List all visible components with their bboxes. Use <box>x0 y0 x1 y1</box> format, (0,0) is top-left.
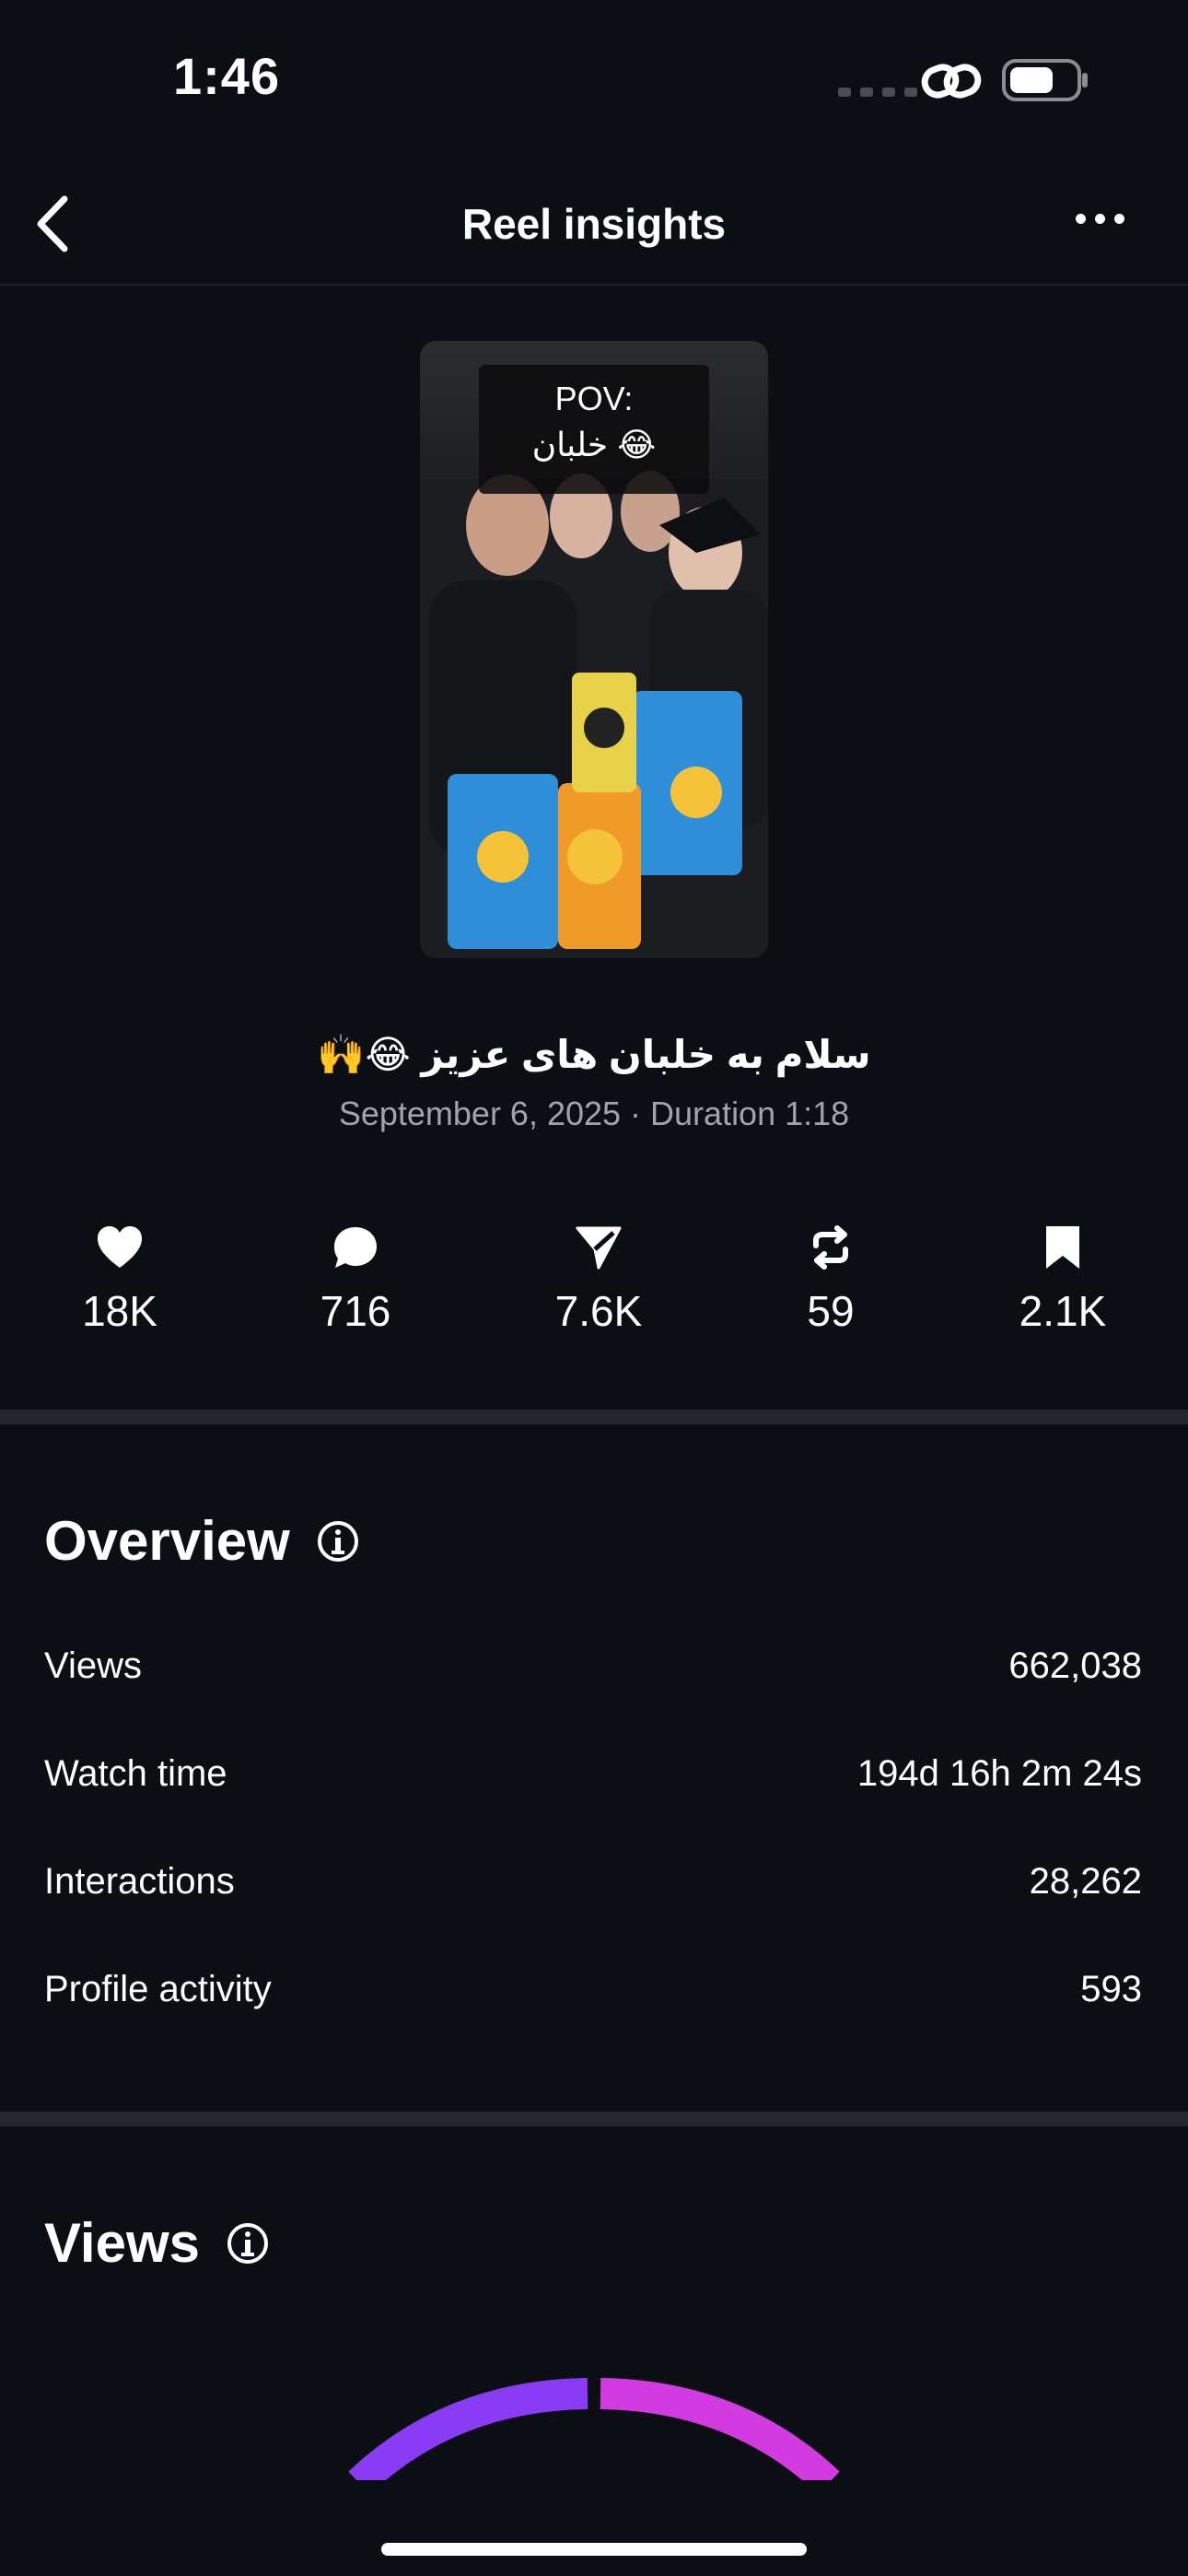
stat-reposts: 59 <box>729 1225 932 1336</box>
repost-icon <box>813 1225 848 1270</box>
row-label-interactions: Interactions <box>44 1861 235 1902</box>
thumbnail-overlay-text: POV: خلبان 😂 <box>479 365 709 494</box>
row-label-watch-time: Watch time <box>44 1753 227 1794</box>
views-donut-chart <box>341 2378 847 2488</box>
status-time: 1:46 <box>173 47 281 105</box>
cellular-signal-icon <box>838 88 917 97</box>
row-label-views: Views <box>44 1645 142 1686</box>
info-icon[interactable] <box>316 1519 360 1563</box>
stat-shares: 7.6K <box>497 1225 700 1336</box>
stat-likes: 18K <box>18 1225 221 1336</box>
section-divider <box>0 1410 1188 1424</box>
reposts-count: 59 <box>807 1287 855 1335</box>
ellipsis-icon[interactable] <box>1076 214 1124 224</box>
page-title: Reel insights <box>461 200 727 248</box>
home-indicator <box>381 2543 807 2556</box>
row-value-profile-activity: 593 <box>1080 1969 1142 2009</box>
stat-comments: 716 <box>254 1225 457 1336</box>
donut-segment-1 <box>348 2378 588 2488</box>
link-icon <box>921 61 982 106</box>
likes-count: 18K <box>82 1287 157 1335</box>
row-value-interactions: 28,262 <box>1029 1861 1142 1902</box>
views-header: Views <box>44 2211 270 2275</box>
send-icon <box>576 1226 622 1270</box>
bookmark-icon <box>1046 1226 1079 1269</box>
shares-count: 7.6K <box>554 1287 643 1335</box>
row-label-profile-activity: Profile activity <box>44 1969 272 2009</box>
views-title: Views <box>44 2212 201 2274</box>
overview-title: Overview <box>44 1510 290 1572</box>
section-divider <box>0 2112 1188 2126</box>
reel-caption: سلام به خلبان های عزیز 😂🙌 <box>317 1033 871 1076</box>
donut-segment-2 <box>600 2378 840 2488</box>
reel-meta: September 6, 2025 · Duration 1:18 <box>338 1095 850 1132</box>
comment-icon <box>334 1227 377 1268</box>
row-value-watch-time: 194d 16h 2m 24s <box>856 1753 1142 1794</box>
reel-thumbnail[interactable]: POV: خلبان 😂 <box>420 341 768 958</box>
battery-icon <box>1002 57 1090 108</box>
saves-count: 2.1K <box>1019 1287 1107 1335</box>
thumbnail-text-line2: خلبان 😂 <box>531 426 657 463</box>
overview-header: Overview <box>44 1509 360 1573</box>
info-icon[interactable] <box>226 2221 270 2266</box>
thumbnail-text-line1: POV: <box>554 380 634 417</box>
comments-count: 716 <box>320 1287 391 1335</box>
stat-saves: 2.1K <box>961 1225 1164 1336</box>
row-value-views: 662,038 <box>1008 1645 1142 1686</box>
header-divider <box>0 284 1188 286</box>
heart-icon <box>98 1226 142 1268</box>
